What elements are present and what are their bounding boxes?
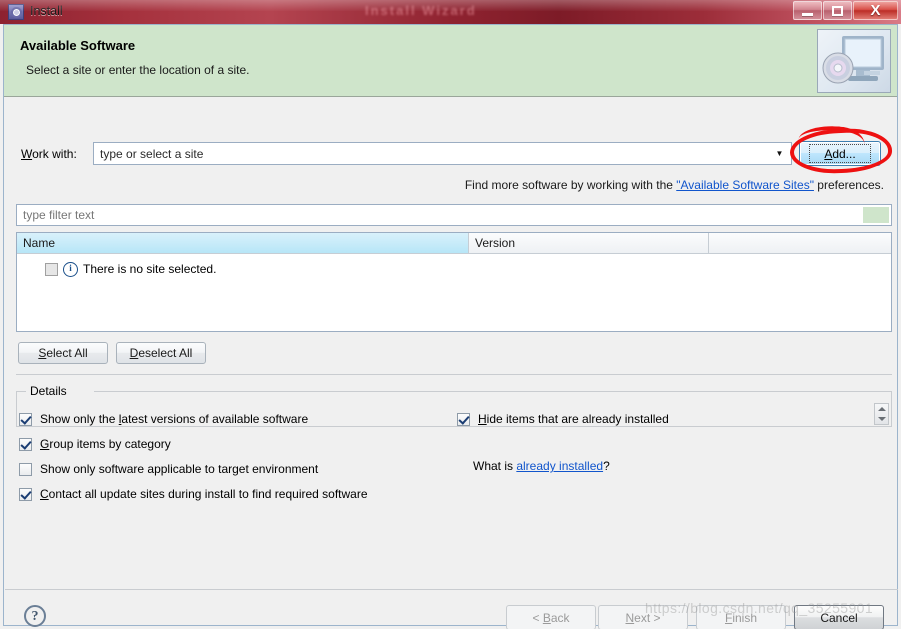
option-target-environment-checkbox[interactable] — [19, 462, 32, 476]
option-target-environment[interactable]: Show only software applicable to target … — [19, 462, 318, 476]
scroll-up-icon[interactable] — [877, 407, 886, 411]
row-label: There is no site selected. — [83, 262, 217, 276]
column-header-version[interactable]: Version — [469, 233, 709, 253]
window-controls: X — [793, 1, 898, 20]
option-hide-installed[interactable]: Hide items that are already installed — [457, 412, 669, 426]
dialog-frame: Available Software Select a site or ente… — [3, 24, 898, 629]
install-dialog-window: Install Install Wizard X Available Softw… — [0, 0, 901, 629]
maximize-button[interactable] — [823, 1, 852, 20]
details-legend: Details — [26, 384, 71, 398]
info-icon: i — [63, 261, 78, 277]
footer-divider — [5, 589, 898, 590]
column-header-blank[interactable] — [709, 233, 891, 253]
work-with-input[interactable]: type or select a site — [94, 147, 771, 161]
close-icon: X — [870, 2, 881, 19]
filter-field[interactable]: type filter text — [16, 204, 892, 226]
work-with-label: Work with: — [21, 147, 77, 161]
work-with-combo[interactable]: type or select a site ▼ — [93, 142, 792, 165]
select-all-button[interactable]: Select All — [18, 342, 108, 364]
scroll-down-icon[interactable] — [877, 417, 886, 421]
software-table: Name Version i There is no site selected… — [16, 232, 892, 332]
finish-button-label: Finish — [724, 610, 758, 625]
option-contact-update-sites-label: Contact all update sites during install … — [40, 487, 368, 501]
gear-icon — [8, 4, 24, 20]
close-button[interactable]: X — [853, 1, 898, 20]
option-target-environment-label: Show only software applicable to target … — [40, 462, 319, 476]
minimize-button[interactable] — [793, 1, 822, 20]
window-title: Install — [30, 4, 63, 18]
deselect-all-label: Deselect All — [129, 346, 193, 360]
add-button-label: Add... — [809, 144, 871, 163]
chevron-down-icon[interactable]: ▼ — [771, 149, 791, 158]
title-bar: Install Install Wizard X — [0, 0, 901, 24]
computer-disc-icon — [817, 29, 891, 93]
what-is-prefix: What is — [473, 459, 517, 473]
option-hide-installed-label: Hide items that are already installed — [478, 412, 669, 426]
available-software-sites-link[interactable]: "Available Software Sites" — [676, 178, 814, 192]
next-button[interactable]: Next > — [598, 605, 688, 629]
what-is-already-installed: What is already installed? — [473, 459, 610, 473]
back-button[interactable]: < Back — [506, 605, 596, 629]
deselect-all-button[interactable]: Deselect All — [116, 342, 206, 364]
cancel-button[interactable]: Cancel — [794, 605, 884, 629]
option-hide-installed-checkbox[interactable] — [457, 412, 470, 426]
table-header-row: Name Version — [17, 233, 891, 254]
cancel-button-label: Cancel — [820, 610, 858, 625]
back-button-label: < Back — [532, 610, 570, 625]
option-contact-update-sites[interactable]: Contact all update sites during install … — [19, 487, 368, 501]
page-banner: Available Software Select a site or ente… — [4, 25, 897, 97]
option-show-latest-versions[interactable]: Show only the latest versions of availab… — [19, 412, 308, 426]
table-row[interactable]: i There is no site selected. — [17, 259, 891, 279]
page-subtitle: Select a site or enter the location of a… — [26, 63, 250, 77]
already-installed-link[interactable]: already installed — [516, 459, 603, 473]
finish-button[interactable]: Finish — [696, 605, 786, 629]
option-show-latest-versions-label: Show only the latest versions of availab… — [40, 412, 309, 426]
option-group-by-category[interactable]: Group items by category — [19, 437, 171, 451]
filter-status-indicator — [863, 207, 889, 223]
next-button-label: Next > — [625, 610, 661, 625]
find-more-prefix: Find more software by working with the — [464, 178, 677, 192]
option-group-by-category-label: Group items by category — [40, 437, 171, 451]
option-group-by-category-checkbox[interactable] — [19, 437, 32, 451]
option-contact-update-sites-checkbox[interactable] — [19, 487, 32, 501]
page-title: Available Software — [20, 38, 136, 53]
find-more-suffix: preferences. — [813, 178, 884, 192]
details-scroll-spinner[interactable] — [874, 403, 889, 425]
find-more-text: Find more software by working with the "… — [465, 178, 884, 192]
option-show-latest-versions-checkbox[interactable] — [19, 412, 32, 426]
computer-disc-svg — [822, 36, 884, 84]
window-title-ghost: Install Wizard — [365, 3, 477, 18]
minimize-icon — [802, 12, 813, 16]
row-checkbox[interactable] — [45, 262, 58, 276]
help-icon[interactable]: ? — [24, 605, 46, 627]
column-header-name[interactable]: Name — [17, 233, 469, 253]
section-divider — [16, 374, 892, 375]
maximize-icon — [832, 5, 843, 16]
filter-input[interactable]: type filter text — [17, 208, 863, 222]
select-all-label: Select All — [38, 346, 88, 360]
what-is-suffix: ? — [603, 459, 610, 473]
add-button[interactable]: Add... — [799, 141, 881, 166]
